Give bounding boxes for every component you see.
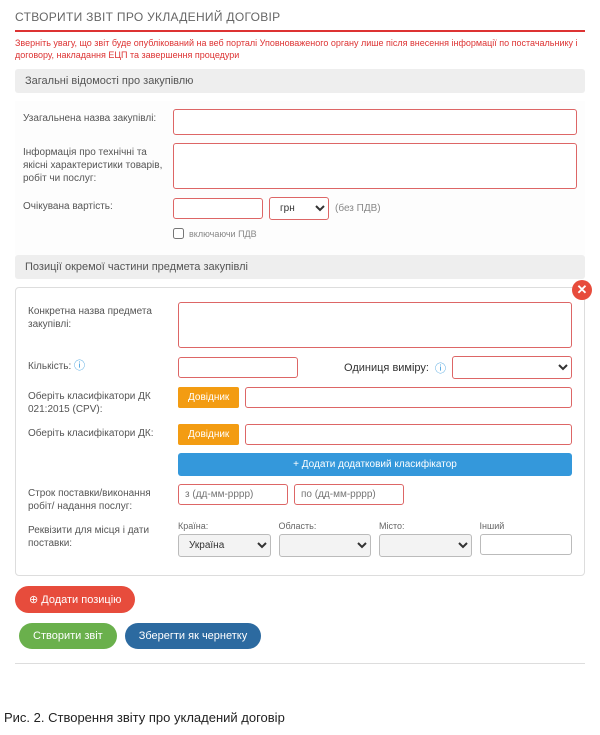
page-title: СТВОРИТИ ЗВІТ ПРО УКЛАДЕНИЙ ДОГОВІР [15, 10, 585, 32]
input-info[interactable] [173, 143, 577, 189]
create-report-button[interactable]: Створити звіт [19, 623, 117, 649]
add-position-button[interactable]: ⊕ Додати позицію [15, 586, 135, 613]
position-panel: ✕ Конкретна назва предмета закупівлі: Кі… [15, 287, 585, 576]
input-other[interactable] [480, 534, 573, 555]
label-item-name: Конкретна назва предмета закупівлі: [28, 302, 178, 331]
label-region: Область: [279, 521, 372, 531]
info-icon[interactable]: ⓘ [74, 360, 85, 372]
input-price[interactable] [173, 198, 263, 219]
label-city: Місто: [379, 521, 472, 531]
checkbox-vat[interactable] [173, 228, 184, 239]
label-location: Реквізити для місця і дати поставки: [28, 521, 178, 550]
label-info: Інформація про технічні та якісні характ… [23, 143, 173, 185]
info-icon[interactable]: ⓘ [435, 360, 446, 376]
figure-caption: Рис. 2. Створення звіту про укладений до… [0, 710, 600, 735]
close-icon[interactable]: ✕ [572, 280, 592, 300]
label-cpv: Оберіть класифікатори ДК 021:2015 (CPV): [28, 387, 178, 416]
label-name: Узагальнена назва закупівлі: [23, 109, 173, 125]
input-date-to[interactable] [294, 484, 404, 505]
warning-text: Зверніть увагу, що звіт буде опублікован… [15, 38, 585, 61]
input-dk[interactable] [245, 424, 572, 445]
input-name[interactable] [173, 109, 577, 135]
select-currency[interactable]: грн [269, 197, 329, 220]
save-draft-button[interactable]: Зберегти як чернетку [125, 623, 262, 649]
lookup-dk-button[interactable]: Довідник [178, 424, 239, 445]
label-country: Країна: [178, 521, 271, 531]
input-qty[interactable] [178, 357, 298, 378]
label-other: Інший [480, 521, 573, 531]
label-dk: Оберіть класифікатори ДК: [28, 424, 178, 440]
label-qty: Кількість: [28, 361, 71, 372]
label-price: Очікувана вартість: [23, 197, 173, 213]
label-unit: Одиниця виміру: [344, 362, 429, 374]
add-classifier-button[interactable]: + Додати додатковий класифікатор [178, 453, 572, 476]
select-unit[interactable] [452, 356, 572, 379]
lookup-cpv-button[interactable]: Довідник [178, 387, 239, 408]
input-cpv[interactable] [245, 387, 572, 408]
input-item-name[interactable] [178, 302, 572, 348]
vat-note: (без ПДВ) [335, 203, 381, 214]
section-general-header: Загальні відомості про закупівлю [15, 69, 585, 93]
label-delivery: Строк поставки/виконання робіт/ надання … [28, 484, 178, 513]
checkbox-vat-label: включаючи ПДВ [189, 229, 257, 239]
section-positions-header: Позиції окремої частини предмета закупів… [15, 255, 585, 279]
input-date-from[interactable] [178, 484, 288, 505]
